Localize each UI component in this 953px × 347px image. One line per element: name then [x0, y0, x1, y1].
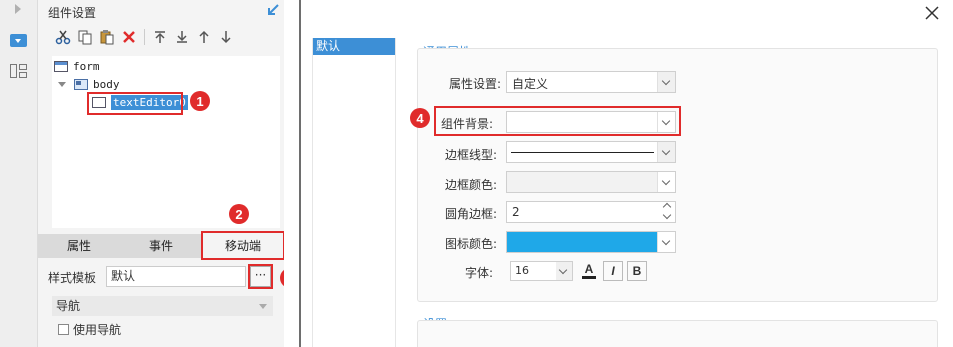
icon-color-select[interactable] [506, 231, 676, 253]
border-color-select[interactable] [506, 171, 676, 193]
radius-value: 2 [512, 205, 520, 219]
template-item-default[interactable]: 默认 [313, 38, 395, 55]
border-color-label: 边框颜色: [444, 178, 497, 192]
italic-button[interactable]: I [603, 261, 623, 281]
panel-splitter [284, 0, 300, 347]
chevron-down-icon[interactable] [657, 232, 675, 252]
style-template-field[interactable]: 默认 [106, 266, 246, 287]
panel-title: 组件设置 [48, 6, 97, 20]
attr-setting-value: 自定义 [512, 77, 549, 91]
use-nav-checkbox[interactable]: 使用导航 [58, 321, 121, 338]
paste-icon[interactable] [96, 27, 118, 47]
nav-section-label: 导航 [56, 299, 81, 313]
step-badge: 1 [190, 91, 210, 111]
icon-color-label: 图标颜色: [444, 237, 497, 251]
font-controls: 16 A I B [510, 261, 651, 281]
checkbox-icon[interactable] [58, 324, 69, 335]
tree-node-form[interactable]: form [54, 58, 100, 74]
layout-icon[interactable] [10, 64, 27, 78]
collapse-icon[interactable] [266, 3, 280, 17]
font-color-bar [582, 276, 596, 279]
tab-properties[interactable]: 属性 [38, 234, 120, 258]
bold-button[interactable]: B [627, 261, 647, 281]
font-color-button[interactable]: A [579, 261, 599, 281]
chevron-down-icon[interactable] [657, 172, 675, 192]
spinner-arrows-icon[interactable] [661, 202, 675, 222]
font-size-select[interactable]: 16 [510, 261, 573, 281]
settings-group [417, 320, 938, 347]
tree-toolbar [52, 27, 237, 47]
step-badge: 4 [410, 108, 430, 128]
tab-events[interactable]: 事件 [120, 234, 202, 258]
highlight-box-2 [201, 231, 285, 260]
move-down-icon[interactable] [215, 27, 237, 47]
font-size-value: 16 [515, 264, 529, 277]
radius-label: 圆角边框: [444, 207, 497, 221]
nav-section-header[interactable]: 导航 [52, 296, 273, 316]
highlight-box-1 [87, 92, 183, 115]
delete-icon[interactable] [118, 27, 140, 47]
component-settings-icon[interactable] [10, 34, 27, 47]
icon-color-swatch [507, 232, 657, 252]
step-badge: 2 [229, 204, 249, 224]
chevron-down-icon[interactable] [657, 72, 675, 92]
toolbar-divider [144, 29, 145, 45]
attr-setting-select[interactable]: 自定义 [506, 71, 676, 93]
expand-arrow-icon[interactable] [15, 4, 21, 14]
font-color-icon: A [584, 262, 594, 276]
move-bottom-icon[interactable] [171, 27, 193, 47]
chevron-down-icon[interactable] [657, 142, 675, 162]
font-label: 字体: [464, 266, 493, 280]
tree-node-label: body [93, 77, 120, 91]
use-nav-label: 使用导航 [73, 323, 122, 337]
tree-node-label: form [73, 59, 100, 73]
radius-spinner[interactable]: 2 [506, 201, 676, 223]
cut-icon[interactable] [52, 27, 74, 47]
style-template-label: 样式模板 [48, 271, 97, 285]
highlight-box-4 [434, 106, 681, 136]
attr-setting-label: 属性设置: [448, 77, 501, 91]
move-top-icon[interactable] [149, 27, 171, 47]
copy-icon[interactable] [74, 27, 96, 47]
line-style-sample [511, 152, 654, 153]
style-template-dialog: 默认 通用属性 属性设置: 自定义 组件背景: 4 边框线型: 边框颜色: 圆角… [301, 0, 953, 347]
body-icon [74, 78, 88, 90]
form-icon [54, 60, 68, 72]
chevron-down-icon[interactable] [556, 262, 572, 280]
border-style-select[interactable] [506, 141, 676, 163]
close-icon[interactable] [923, 4, 941, 22]
move-up-icon[interactable] [193, 27, 215, 47]
expand-caret-icon[interactable] [58, 81, 66, 87]
template-list: 默认 [312, 38, 396, 347]
icon-rail [0, 0, 38, 347]
tree-node-body[interactable]: body [58, 76, 120, 92]
chevron-down-icon [259, 304, 267, 309]
highlight-box-3 [248, 264, 273, 289]
component-settings-panel: 组件设置 form body textEditor0 1 2 属性 事件 移动端… [38, 0, 300, 347]
component-tree: form body textEditor0 [52, 56, 280, 228]
border-style-label: 边框线型: [444, 148, 497, 162]
